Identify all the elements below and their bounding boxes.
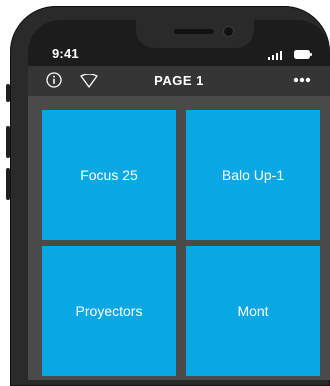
tile-proyectors[interactable]: Proyectors (42, 246, 176, 376)
nav-bar: PAGE 1 (28, 66, 330, 96)
tile-label: Proyectors (75, 303, 143, 319)
front-camera (224, 27, 233, 36)
battery-icon (294, 50, 312, 59)
page-title: PAGE 1 (154, 73, 204, 88)
tile-label: Balo Up-1 (221, 167, 285, 183)
more-icon[interactable] (292, 73, 312, 87)
status-time: 9:41 (52, 46, 79, 61)
tile-label: Focus 25 (80, 167, 138, 183)
notch (136, 20, 254, 48)
speaker-grille (174, 29, 214, 34)
tile-label: Mont (237, 303, 269, 319)
tile-mont[interactable]: Mont (186, 246, 320, 376)
tile-balo-up-1[interactable]: Balo Up-1 (186, 110, 320, 240)
phone-screen: 9:41 PAGE 1 Focus 25 Balo Up-1 Proyector… (28, 20, 330, 380)
phone-frame: 9:41 PAGE 1 Focus 25 Balo Up-1 Proyector… (10, 6, 330, 386)
tile-focus-25[interactable]: Focus 25 (42, 110, 176, 240)
status-bar: 9:41 (28, 20, 330, 66)
signal-icon (268, 51, 282, 60)
